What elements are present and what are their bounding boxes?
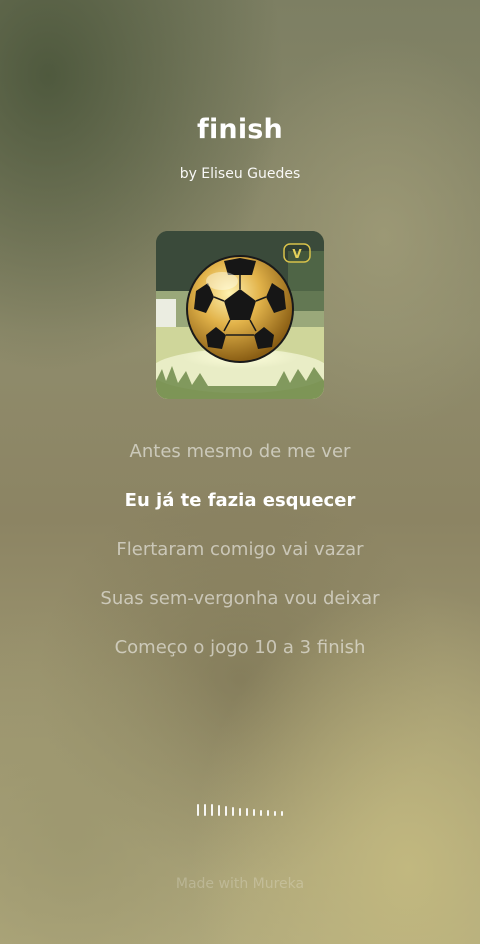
lyric-line: Flertaram comigo vai vazar xyxy=(116,539,364,560)
lyric-line: Começo o jogo 10 a 3 finish xyxy=(114,637,366,658)
album-cover: V xyxy=(156,231,324,399)
audio-waveform-indicator xyxy=(0,802,480,816)
song-title: finish xyxy=(197,114,283,145)
lyric-line-current: Eu já te fazia esquecer xyxy=(124,490,356,511)
album-badge-text: V xyxy=(292,247,302,261)
lyric-line: Suas sem-vergonha vou deixar xyxy=(100,588,380,609)
lyrics-list: Antes mesmo de me ver Eu já te fazia esq… xyxy=(0,436,480,681)
lyric-line: Antes mesmo de me ver xyxy=(129,441,351,462)
song-artist: by Eliseu Guedes xyxy=(179,166,301,182)
made-with-watermark: Made with Mureka xyxy=(175,876,305,892)
